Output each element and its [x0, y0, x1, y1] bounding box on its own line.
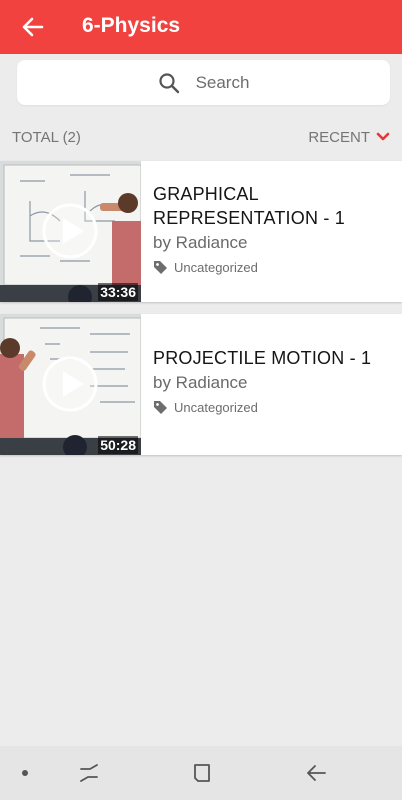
video-author: by Radiance	[153, 373, 248, 392]
video-card[interactable]: 50:28 PROJECTILE MOTION - 1 by Radiance …	[0, 314, 402, 455]
dot-icon[interactable]	[12, 760, 38, 786]
list-meta-row: TOTAL (2) RECENT	[0, 124, 402, 150]
video-category: Uncategorized	[153, 400, 394, 415]
thumbnail-image	[0, 161, 141, 302]
thumbnail-image	[0, 314, 141, 455]
video-title: PROJECTILE MOTION - 1	[153, 348, 372, 368]
back-button[interactable]	[2, 0, 64, 54]
video-thumbnail[interactable]: 50:28	[0, 314, 141, 455]
video-card[interactable]: 33:36 GRAPHICAL REPRESENTATION - 1 by Ra…	[0, 161, 402, 302]
home-icon[interactable]	[189, 760, 215, 786]
sort-label: RECENT	[308, 128, 370, 146]
search-input[interactable]: Search	[17, 60, 390, 105]
sort-dropdown[interactable]: RECENT	[308, 129, 390, 146]
video-duration: 33:36	[98, 283, 138, 301]
video-thumbnail[interactable]: 33:36	[0, 161, 141, 302]
total-count: TOTAL (2)	[12, 128, 81, 146]
video-info: GRAPHICAL REPRESENTATION - 1 by Radiance…	[153, 182, 394, 275]
chevron-down-icon	[376, 132, 390, 141]
video-category: Uncategorized	[153, 260, 394, 275]
video-title: GRAPHICAL REPRESENTATION - 1	[153, 184, 345, 228]
tag-icon	[154, 261, 167, 274]
category-label: Uncategorized	[174, 260, 258, 275]
page-title: 6-Physics	[82, 14, 181, 37]
app-bar: 6-Physics	[0, 0, 402, 54]
category-label: Uncategorized	[174, 400, 258, 415]
tag-icon	[154, 401, 167, 414]
video-duration: 50:28	[98, 436, 138, 454]
recents-icon[interactable]	[76, 760, 102, 786]
video-info: PROJECTILE MOTION - 1 by Radiance Uncate…	[153, 346, 394, 415]
search-placeholder: Search	[195, 72, 250, 92]
arrow-left-icon	[22, 17, 44, 37]
back-icon[interactable]	[303, 760, 329, 786]
system-nav-bar	[0, 746, 402, 800]
search-icon	[158, 72, 179, 93]
video-author: by Radiance	[153, 233, 248, 252]
